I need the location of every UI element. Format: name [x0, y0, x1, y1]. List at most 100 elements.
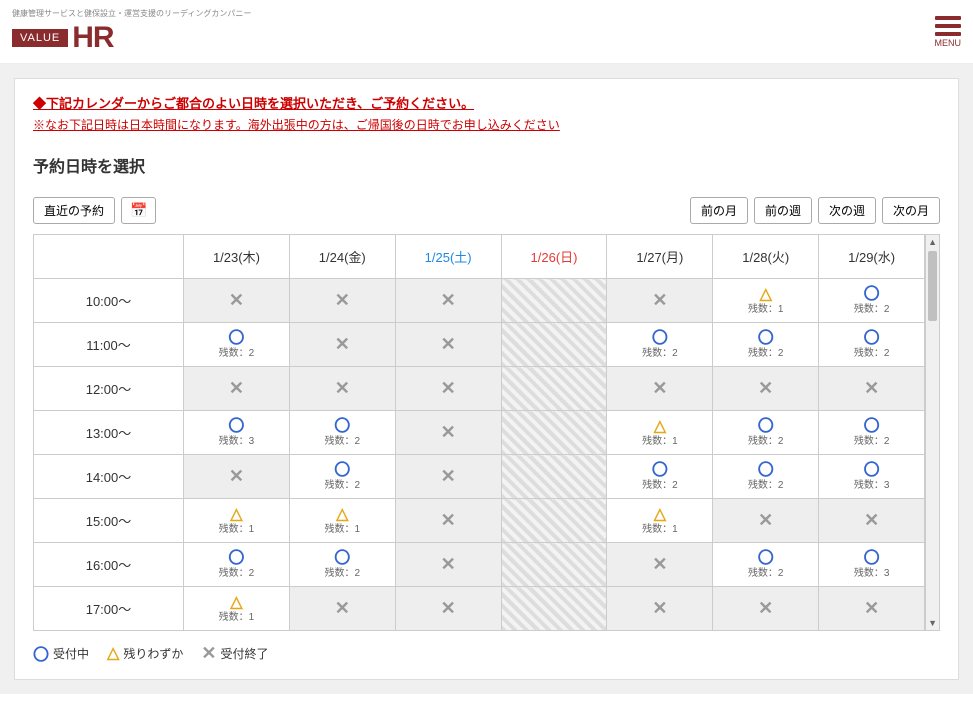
table-row: 13:00～〇残数：3〇残数：2✕△残数：1〇残数：2〇残数：2: [34, 411, 925, 455]
slot-cell[interactable]: 〇残数：2: [819, 323, 925, 367]
slot-cell[interactable]: 〇残数：3: [819, 543, 925, 587]
prev-week-button[interactable]: 前の週: [754, 197, 812, 224]
circle-icon: 〇: [864, 418, 880, 436]
slot-cell[interactable]: 〇残数：2: [713, 323, 819, 367]
circle-icon: 〇: [228, 330, 244, 348]
slot-cell: [501, 455, 607, 499]
slot-cell[interactable]: △残数：1: [607, 499, 713, 543]
time-cell: 13:00～: [34, 411, 184, 455]
circle-icon: 〇: [33, 641, 49, 665]
slot-cell[interactable]: △残数：1: [184, 587, 290, 631]
slot-cell[interactable]: △残数：1: [289, 499, 395, 543]
circle-icon: 〇: [334, 418, 350, 436]
scroll-up-icon[interactable]: ▲: [926, 235, 939, 249]
slot-count: 残数：2: [748, 348, 784, 359]
x-icon: ✕: [201, 643, 216, 664]
circle-icon: 〇: [864, 286, 880, 304]
next-week-button[interactable]: 次の週: [818, 197, 876, 224]
slot-cell[interactable]: 〇残数：2: [289, 411, 395, 455]
time-cell: 10:00～: [34, 279, 184, 323]
slot-cell[interactable]: 〇残数：2: [713, 543, 819, 587]
date-header: 1/27(月): [607, 235, 713, 279]
slot-count: 残数：2: [854, 348, 890, 359]
table-row: 11:00～〇残数：2✕✕〇残数：2〇残数：2〇残数：2: [34, 323, 925, 367]
circle-icon: 〇: [228, 550, 244, 568]
slot-cell[interactable]: 〇残数：2: [713, 411, 819, 455]
slot-count: 残数：2: [642, 348, 678, 359]
header: 健康管理サービスと健保設立・運営支援のリーディングカンパニー VALUE HR …: [0, 0, 973, 64]
circle-icon: 〇: [864, 330, 880, 348]
slot-cell[interactable]: △残数：1: [713, 279, 819, 323]
menu-label: MENU: [935, 38, 962, 48]
slot-cell: ✕: [395, 587, 501, 631]
slot-cell: ✕: [289, 279, 395, 323]
slot-cell[interactable]: 〇残数：2: [819, 279, 925, 323]
content-inner: ◆下記カレンダーからご都合のよい日時を選択いただき、ご予約ください。 ※なお下記…: [14, 78, 959, 680]
slot-cell: ✕: [607, 543, 713, 587]
next-month-button[interactable]: 次の月: [882, 197, 940, 224]
logo-hr-text: HR: [72, 21, 113, 55]
legend-few-label: 残りわずか: [123, 645, 183, 662]
slot-cell[interactable]: △残数：1: [184, 499, 290, 543]
circle-icon: 〇: [334, 550, 350, 568]
toolbar: 直近の予約 📅 前の月 前の週 次の週 次の月: [33, 197, 940, 224]
slot-count: 残数：2: [325, 480, 361, 491]
scroll-thumb[interactable]: [928, 251, 937, 321]
x-icon: ✕: [229, 467, 244, 487]
slot-cell[interactable]: 〇残数：3: [184, 411, 290, 455]
slot-cell: ✕: [395, 367, 501, 411]
triangle-icon: △: [654, 506, 666, 524]
slot-cell[interactable]: 〇残数：2: [289, 455, 395, 499]
slot-cell: [501, 543, 607, 587]
slot-cell[interactable]: 〇残数：2: [607, 455, 713, 499]
triangle-icon: △: [230, 506, 242, 524]
x-icon: ✕: [441, 599, 456, 619]
x-icon: ✕: [229, 291, 244, 311]
circle-icon: 〇: [758, 462, 774, 480]
slot-cell: [501, 367, 607, 411]
prev-month-button[interactable]: 前の月: [690, 197, 748, 224]
scrollbar[interactable]: ▲ ▼: [925, 234, 940, 631]
table-row: 17:00～△残数：1✕✕✕✕✕: [34, 587, 925, 631]
scroll-down-icon[interactable]: ▼: [926, 616, 939, 630]
legend: 〇 受付中 △ 残りわずか ✕ 受付終了: [33, 641, 940, 665]
table-row: 16:00～〇残数：2〇残数：2✕✕〇残数：2〇残数：3: [34, 543, 925, 587]
circle-icon: 〇: [758, 330, 774, 348]
slot-cell[interactable]: 〇残数：2: [819, 411, 925, 455]
slot-cell: ✕: [289, 323, 395, 367]
slot-count: 残数：2: [219, 348, 255, 359]
slot-count: 残数：1: [219, 612, 255, 623]
slot-cell: ✕: [395, 499, 501, 543]
calendar-icon: 📅: [130, 202, 147, 218]
slot-count: 残数：1: [642, 436, 678, 447]
triangle-icon: △: [654, 418, 666, 436]
x-icon: ✕: [758, 379, 773, 399]
slot-cell[interactable]: 〇残数：2: [184, 543, 290, 587]
slot-cell[interactable]: 〇残数：2: [184, 323, 290, 367]
time-cell: 15:00～: [34, 499, 184, 543]
logo[interactable]: VALUE HR: [12, 21, 251, 55]
time-cell: 17:00～: [34, 587, 184, 631]
calendar-button[interactable]: 📅: [121, 197, 156, 224]
slot-cell: ✕: [713, 367, 819, 411]
slot-cell[interactable]: △残数：1: [607, 411, 713, 455]
date-header: 1/29(水): [819, 235, 925, 279]
slot-cell[interactable]: 〇残数：3: [819, 455, 925, 499]
corner-cell: [34, 235, 184, 279]
date-header: 1/23(木): [184, 235, 290, 279]
slot-count: 残数：2: [854, 304, 890, 315]
slot-cell[interactable]: 〇残数：2: [289, 543, 395, 587]
slot-cell: ✕: [289, 587, 395, 631]
legend-accepting: 〇 受付中: [33, 641, 89, 665]
slot-count: 残数：1: [748, 304, 784, 315]
slot-cell[interactable]: 〇残数：2: [713, 455, 819, 499]
logo-tagline: 健康管理サービスと健保設立・運営支援のリーディングカンパニー: [12, 8, 251, 19]
x-icon: ✕: [335, 335, 350, 355]
time-cell: 14:00～: [34, 455, 184, 499]
x-icon: ✕: [335, 379, 350, 399]
slot-cell[interactable]: 〇残数：2: [607, 323, 713, 367]
menu-button[interactable]: MENU: [935, 16, 962, 48]
slot-cell: ✕: [819, 587, 925, 631]
notice-primary: ◆下記カレンダーからご都合のよい日時を選択いただき、ご予約ください。: [33, 93, 940, 112]
recent-reservation-button[interactable]: 直近の予約: [33, 197, 115, 224]
